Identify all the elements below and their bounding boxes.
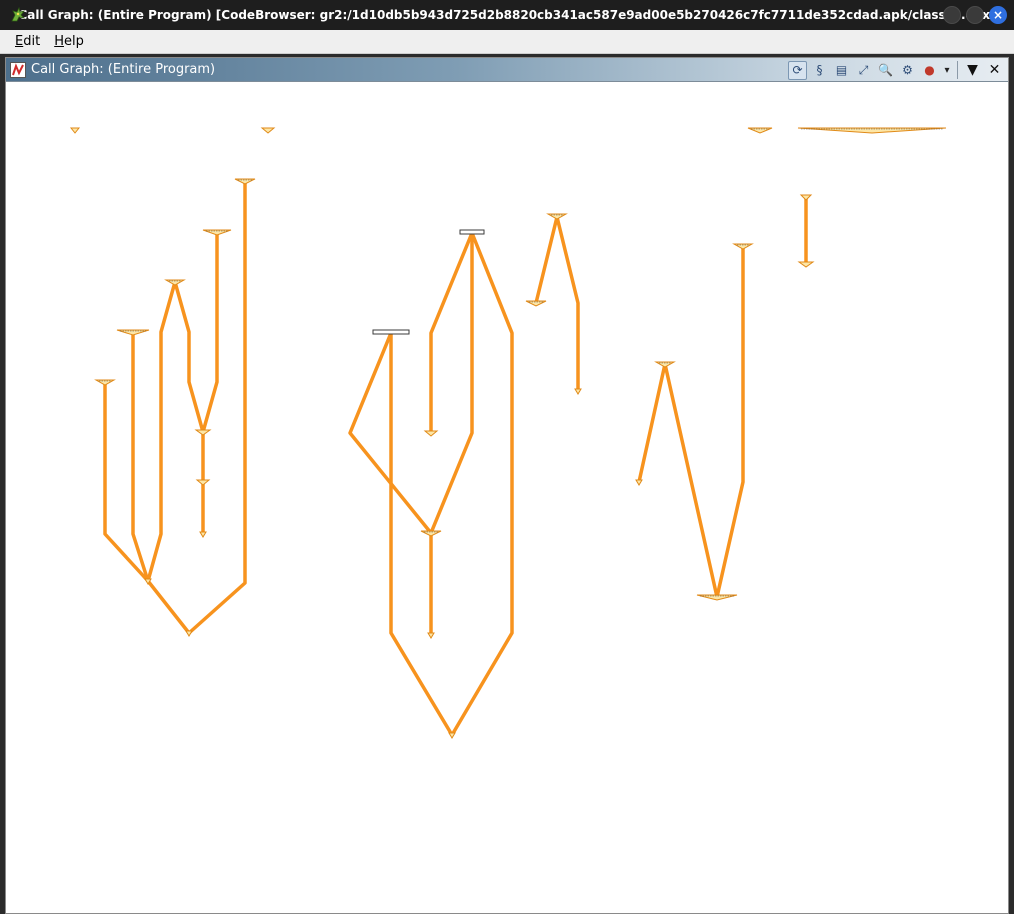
function-vertex[interactable] <box>194 429 212 436</box>
call-edge[interactable] <box>555 215 580 393</box>
panel-header: Call Graph: (Entire Program) ⟳ § ▤ ⤢ 🔍 ⚙… <box>6 58 1008 82</box>
call-graph-svg[interactable] <box>6 83 1008 913</box>
close-window-button[interactable]: × <box>989 6 1007 24</box>
call-edge[interactable] <box>173 280 205 434</box>
panel-title: Call Graph: (Entire Program) <box>31 62 216 77</box>
entry-function-vertex[interactable] <box>372 329 410 335</box>
chevron-down-icon: ▾ <box>944 64 950 76</box>
function-vertex[interactable] <box>94 379 116 386</box>
function-vertex[interactable] <box>199 531 207 538</box>
function-vertex[interactable] <box>732 243 754 250</box>
call-graph-panel: Call Graph: (Entire Program) ⟳ § ▤ ⤢ 🔍 ⚙… <box>5 57 1009 914</box>
refresh-graph-button[interactable]: ⟳ <box>788 60 807 80</box>
function-vertex[interactable] <box>747 127 773 134</box>
satellite-view-button[interactable]: ▤ <box>832 61 851 80</box>
function-vertex[interactable] <box>635 479 643 486</box>
vertex-filter-icon: ● <box>924 63 935 77</box>
lasso-select-button[interactable]: § <box>810 61 829 80</box>
menu-help[interactable]: Help <box>47 34 91 49</box>
function-vertex[interactable] <box>448 732 456 739</box>
function-vertex[interactable] <box>546 213 568 220</box>
function-vertex[interactable] <box>574 388 582 395</box>
call-edge[interactable] <box>201 230 219 434</box>
graph-canvas[interactable] <box>6 83 1008 913</box>
fit-to-window-button[interactable]: ⤢ <box>854 61 873 80</box>
function-vertex[interactable] <box>260 127 276 134</box>
zoom-icon: 🔍 <box>878 63 893 77</box>
satellite-view-icon: ▤ <box>835 63 848 77</box>
call-edge[interactable] <box>146 280 177 583</box>
menu-bar: Edit Help <box>0 30 1014 54</box>
call-edge[interactable] <box>663 245 745 599</box>
function-vertex[interactable] <box>116 329 150 336</box>
function-vertex[interactable] <box>234 178 256 185</box>
ghidra-dragon-icon <box>11 6 26 22</box>
maximize-button[interactable] <box>966 6 984 24</box>
call-edge[interactable] <box>103 380 150 583</box>
function-vertex[interactable] <box>420 530 442 537</box>
function-vertex[interactable] <box>195 479 211 486</box>
refresh-graph-icon: ⟳ <box>792 63 803 77</box>
zoom-button[interactable]: 🔍 <box>876 61 895 80</box>
function-vertex[interactable] <box>525 300 547 307</box>
close-icon: ✕ <box>988 62 1001 78</box>
toolbar-separator <box>957 61 958 79</box>
filter-dropdown-button[interactable]: ▾ <box>942 61 952 80</box>
window-controls: × <box>943 6 1007 24</box>
panel-menu-button[interactable]: ▼ <box>963 61 982 80</box>
function-vertex[interactable] <box>164 279 186 286</box>
menu-edit[interactable]: Edit <box>8 34 47 49</box>
function-vertex[interactable] <box>427 632 435 639</box>
function-vertex[interactable] <box>423 430 439 437</box>
window-title: Call Graph: (Entire Program) [CodeBrowse… <box>18 8 996 22</box>
call-edge[interactable] <box>429 231 474 435</box>
function-vertex[interactable] <box>797 261 815 268</box>
minimize-button[interactable] <box>943 6 961 24</box>
function-vertex[interactable] <box>797 127 947 134</box>
function-vertex[interactable] <box>654 361 676 368</box>
function-vertex[interactable] <box>185 630 193 637</box>
function-vertex[interactable] <box>69 127 81 134</box>
triangle-down-icon: ▼ <box>967 62 978 78</box>
call-edge[interactable] <box>534 215 559 305</box>
lasso-select-icon: § <box>816 63 823 77</box>
call-edge[interactable] <box>637 362 667 484</box>
fit-to-window-icon: ⤢ <box>858 62 869 77</box>
title-bar: Call Graph: (Entire Program) [CodeBrowse… <box>0 0 1014 30</box>
function-vertex[interactable] <box>799 194 813 201</box>
call-edge[interactable] <box>131 330 150 583</box>
vertex-filter-button[interactable]: ● <box>920 61 939 80</box>
layout-options-button[interactable]: ⚙ <box>898 61 917 80</box>
function-vertex[interactable] <box>696 594 738 601</box>
entry-function-vertex[interactable] <box>459 229 485 235</box>
call-edge[interactable] <box>429 231 474 535</box>
function-vertex[interactable] <box>202 229 232 236</box>
layout-options-icon: ⚙ <box>902 63 913 77</box>
call-graph-icon <box>10 62 26 78</box>
graph-toolbar: ⟳ § ▤ ⤢ 🔍 ⚙ ● ▾ ▼ ✕ <box>788 60 1004 80</box>
panel-close-button[interactable]: ✕ <box>985 61 1004 80</box>
